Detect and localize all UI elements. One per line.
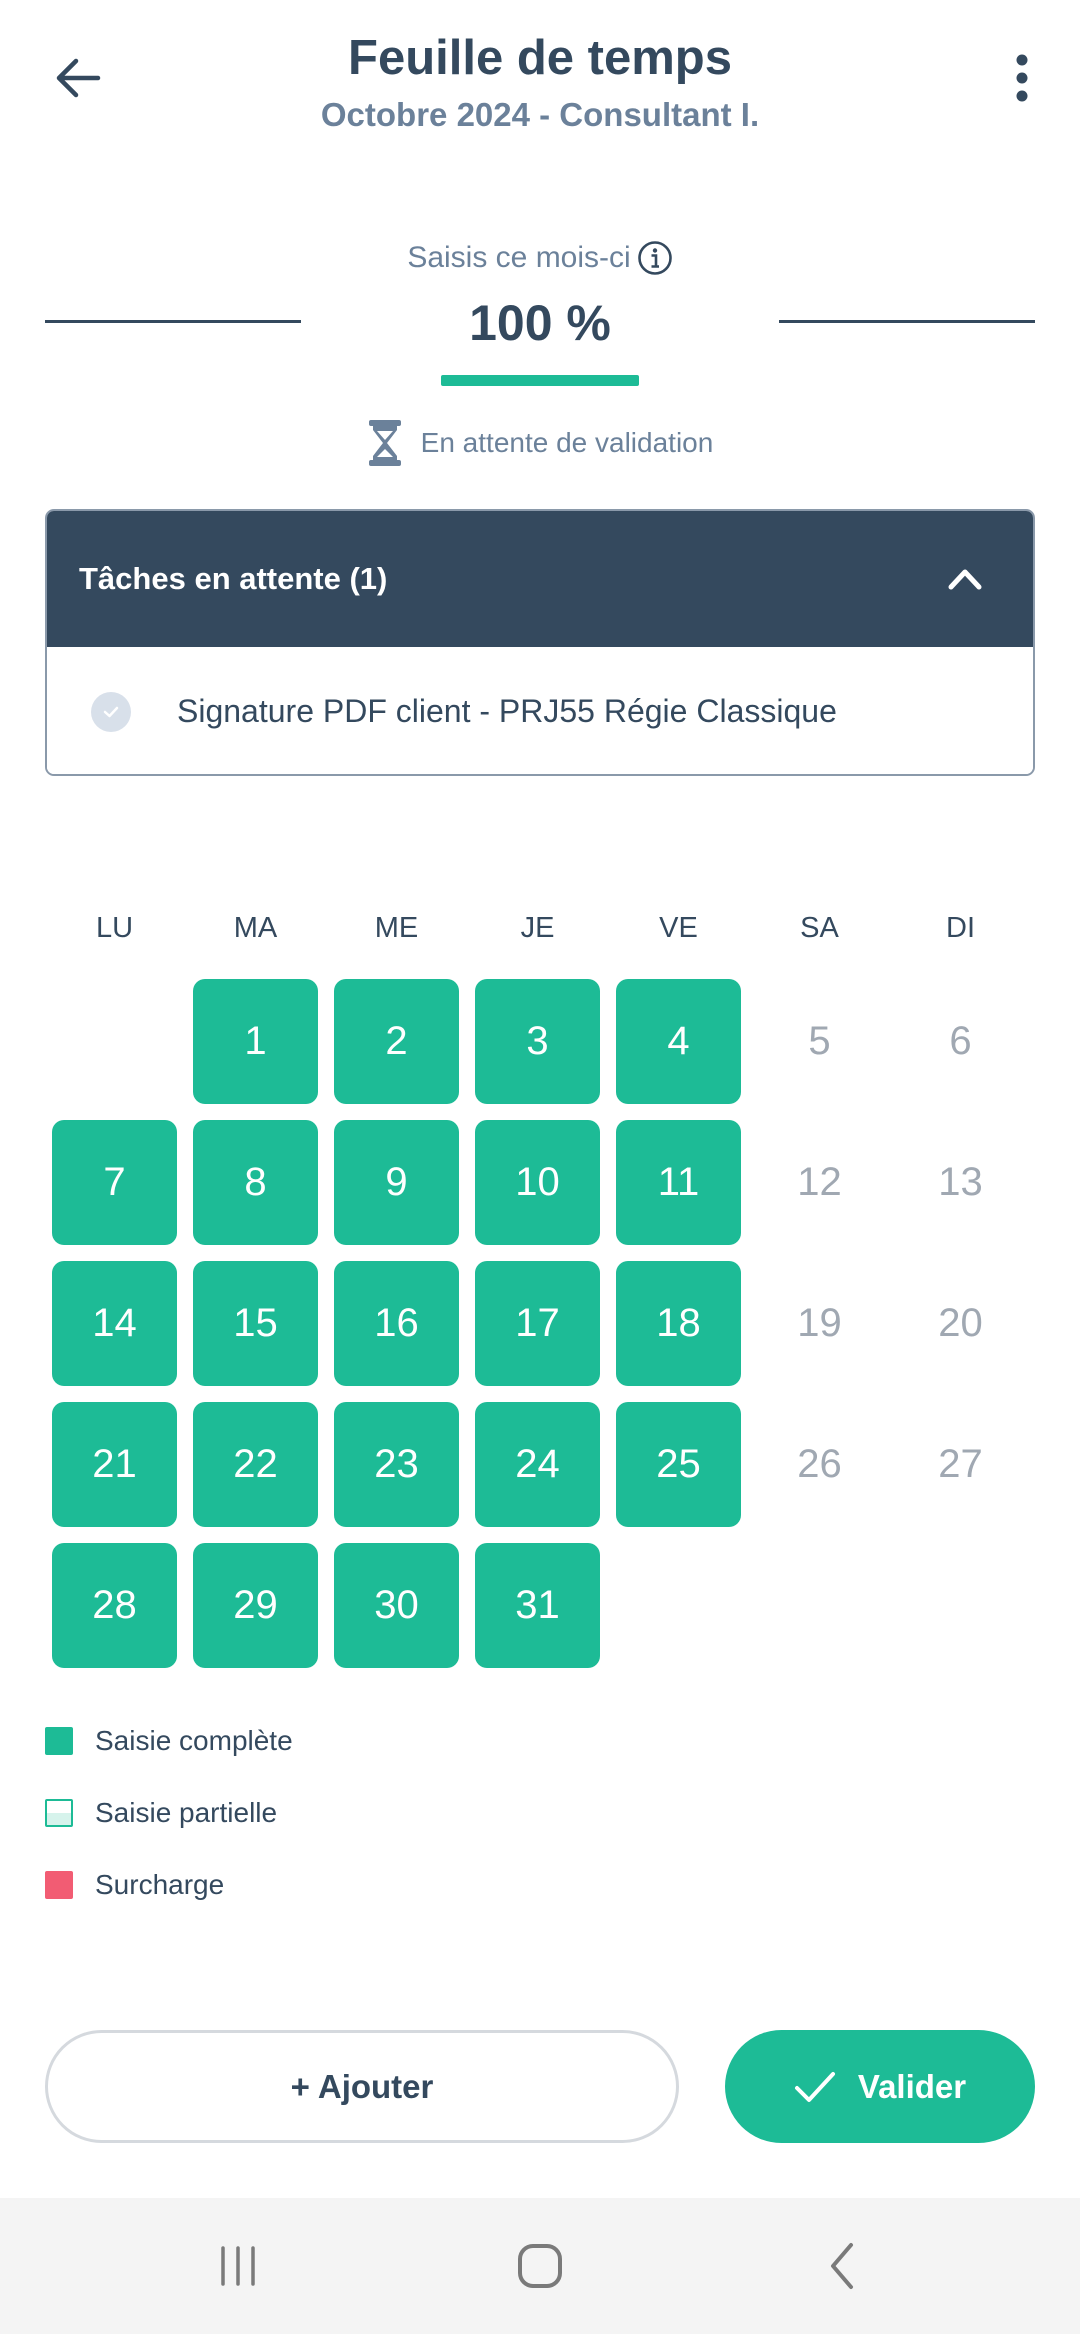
calendar-day-complete[interactable]: 10 bbox=[475, 1120, 600, 1245]
weekday-label: DI bbox=[946, 912, 975, 944]
task-label: Signature PDF client - PRJ55 Régie Class… bbox=[177, 693, 837, 729]
progress-label-row: Saisis ce mois-ci bbox=[0, 240, 1080, 276]
progress-label: Saisis ce mois-ci bbox=[407, 241, 631, 274]
legend-complete-label: Saisie complète bbox=[95, 1725, 293, 1756]
home-icon bbox=[518, 2244, 562, 2288]
info-icon[interactable] bbox=[637, 240, 673, 276]
legend-partial: Saisie partielle bbox=[45, 1793, 277, 1833]
calendar-day-complete[interactable]: 21 bbox=[52, 1402, 177, 1527]
weekday-label: VE bbox=[659, 912, 698, 944]
calendar-day-weekend[interactable]: 5 bbox=[757, 979, 882, 1104]
more-options-button[interactable] bbox=[984, 40, 1060, 116]
add-button-label: + Ajouter bbox=[290, 2067, 434, 2105]
weekday-label: MA bbox=[233, 912, 278, 944]
hourglass-icon bbox=[367, 418, 403, 468]
status-text: En attente de validation bbox=[420, 427, 714, 458]
legend-partial-label: Saisie partielle bbox=[95, 1797, 278, 1828]
pending-tasks-header[interactable]: Tâches en attente (1) bbox=[47, 511, 1033, 647]
calendar-day-weekend[interactable]: 19 bbox=[757, 1261, 882, 1386]
validate-button-label: Valider bbox=[857, 2067, 967, 2105]
calendar-day-complete[interactable]: 2 bbox=[334, 979, 459, 1104]
legend-complete-swatch bbox=[45, 1727, 73, 1755]
pending-tasks-panel: Tâches en attente (1) Signature PDF clie… bbox=[45, 509, 1035, 776]
back-chevron-icon bbox=[831, 2243, 853, 2289]
recent-apps-icon bbox=[221, 2246, 255, 2286]
calendar-day-complete[interactable]: 22 bbox=[193, 1402, 318, 1527]
calendar-day-complete[interactable]: 18 bbox=[616, 1261, 741, 1386]
progress-percent: 100 % bbox=[469, 295, 611, 351]
page-subtitle: Octobre 2024 - Consultant I. bbox=[320, 96, 760, 133]
app-header: Feuille de temps Octobre 2024 - Consulta… bbox=[0, 0, 1080, 160]
divider-right bbox=[779, 320, 1035, 323]
calendar-day-complete[interactable]: 1 bbox=[193, 979, 318, 1104]
calendar-day-complete[interactable]: 28 bbox=[52, 1543, 177, 1668]
legend-overload: Surcharge bbox=[45, 1865, 224, 1905]
system-back-button[interactable] bbox=[802, 2236, 882, 2296]
check-circle-icon bbox=[91, 691, 131, 732]
calendar-day-complete[interactable]: 24 bbox=[475, 1402, 600, 1527]
calendar-day-complete[interactable]: 3 bbox=[475, 979, 600, 1104]
calendar-day-complete[interactable]: 30 bbox=[334, 1543, 459, 1668]
progress-bar bbox=[441, 375, 639, 386]
calendar-day-weekend[interactable]: 27 bbox=[898, 1402, 1023, 1527]
calendar-day-complete[interactable]: 7 bbox=[52, 1120, 177, 1245]
add-button[interactable]: + Ajouter bbox=[45, 2030, 679, 2143]
home-button[interactable] bbox=[500, 2236, 580, 2296]
weekday-label: LU bbox=[95, 912, 134, 944]
weekday-label: SA bbox=[800, 912, 839, 944]
chevron-up-icon bbox=[948, 569, 982, 590]
calendar-day-complete[interactable]: 31 bbox=[475, 1543, 600, 1668]
calendar-day-weekend[interactable]: 20 bbox=[898, 1261, 1023, 1386]
more-vertical-icon bbox=[1016, 54, 1028, 102]
calendar-day-complete[interactable]: 16 bbox=[334, 1261, 459, 1386]
pending-tasks-title: Tâches en attente (1) bbox=[79, 561, 388, 596]
calendar-day-weekend[interactable]: 12 bbox=[757, 1120, 882, 1245]
system-nav-bar bbox=[0, 2198, 1080, 2334]
calendar-day-complete[interactable]: 4 bbox=[616, 979, 741, 1104]
weekday-label: JE bbox=[520, 912, 555, 944]
calendar-day-weekend[interactable]: 26 bbox=[757, 1402, 882, 1527]
task-item[interactable]: Signature PDF client - PRJ55 Régie Class… bbox=[47, 647, 1033, 774]
recent-apps-button[interactable] bbox=[198, 2236, 278, 2296]
calendar-day-complete[interactable]: 11 bbox=[616, 1120, 741, 1245]
check-icon bbox=[794, 2071, 835, 2102]
legend-partial-swatch bbox=[45, 1799, 73, 1827]
calendar-day-complete[interactable]: 8 bbox=[193, 1120, 318, 1245]
page-title: Feuille de temps bbox=[348, 31, 732, 85]
calendar-day-complete[interactable]: 9 bbox=[334, 1120, 459, 1245]
calendar-day-complete[interactable]: 17 bbox=[475, 1261, 600, 1386]
calendar-day-complete[interactable]: 14 bbox=[52, 1261, 177, 1386]
calendar-day-complete[interactable]: 29 bbox=[193, 1543, 318, 1668]
calendar-day-weekend[interactable]: 13 bbox=[898, 1120, 1023, 1245]
calendar-weekday-header: LU MA ME JE VE SA DI bbox=[45, 912, 1035, 952]
calendar-day-complete[interactable]: 25 bbox=[616, 1402, 741, 1527]
legend-overload-label: Surcharge bbox=[95, 1869, 225, 1900]
legend-complete: Saisie complète bbox=[45, 1721, 293, 1761]
calendar-day-weekend[interactable]: 6 bbox=[898, 979, 1023, 1104]
calendar-day-complete[interactable]: 23 bbox=[334, 1402, 459, 1527]
validation-status: En attente de validation bbox=[0, 418, 1080, 468]
legend-overload-swatch bbox=[45, 1871, 73, 1899]
calendar-day-complete[interactable]: 15 bbox=[193, 1261, 318, 1386]
validate-button[interactable]: Valider bbox=[725, 2030, 1035, 2143]
weekday-label: ME bbox=[374, 912, 419, 944]
